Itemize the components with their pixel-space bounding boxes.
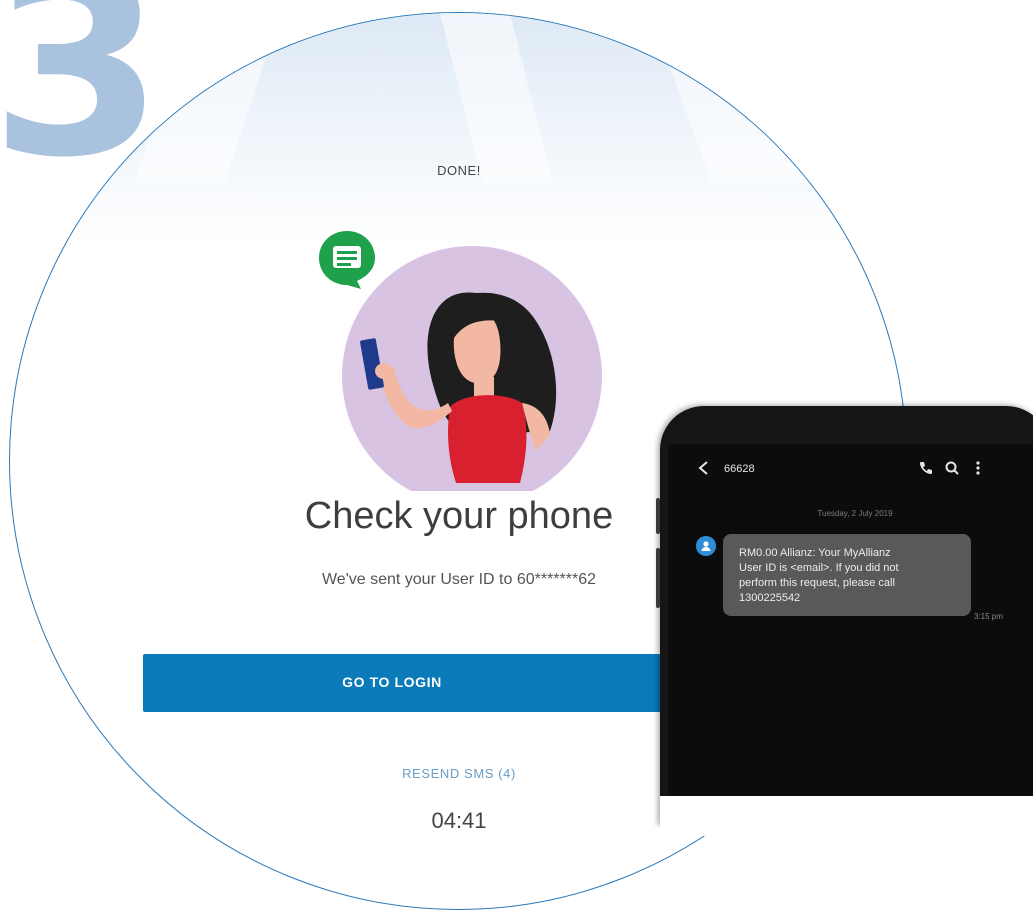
sky-background: [10, 13, 906, 243]
sms-header: 66628: [668, 450, 1033, 484]
volume-button: [656, 548, 660, 608]
chat-bubble-icon: [319, 231, 375, 289]
phone-cutoff: [660, 796, 1033, 836]
volume-button: [656, 498, 660, 534]
date-separator: Tuesday, 2 July 2019: [817, 509, 893, 518]
back-icon[interactable]: [696, 460, 712, 476]
phone-mockup: 66628 Tuesday, 2 July 2019 RM0.00 Allian…: [656, 406, 1033, 836]
go-to-login-label: GO TO LOGIN: [342, 674, 442, 690]
contact-avatar-icon[interactable]: [696, 536, 716, 556]
search-icon[interactable]: [944, 460, 960, 476]
sms-message-text: RM0.00 Allianz: Your MyAllianz User ID i…: [739, 547, 899, 604]
sender-number: 66628: [724, 463, 755, 475]
message-timestamp: 3:15 pm: [974, 612, 1003, 621]
done-label: DONE!: [437, 163, 481, 178]
more-icon[interactable]: [973, 460, 983, 476]
sms-screen: 66628 Tuesday, 2 July 2019 RM0.00 Allian…: [668, 444, 1033, 796]
call-icon[interactable]: [918, 460, 934, 476]
sms-message-bubble[interactable]: RM0.00 Allianz: Your MyAllianz User ID i…: [723, 534, 971, 616]
